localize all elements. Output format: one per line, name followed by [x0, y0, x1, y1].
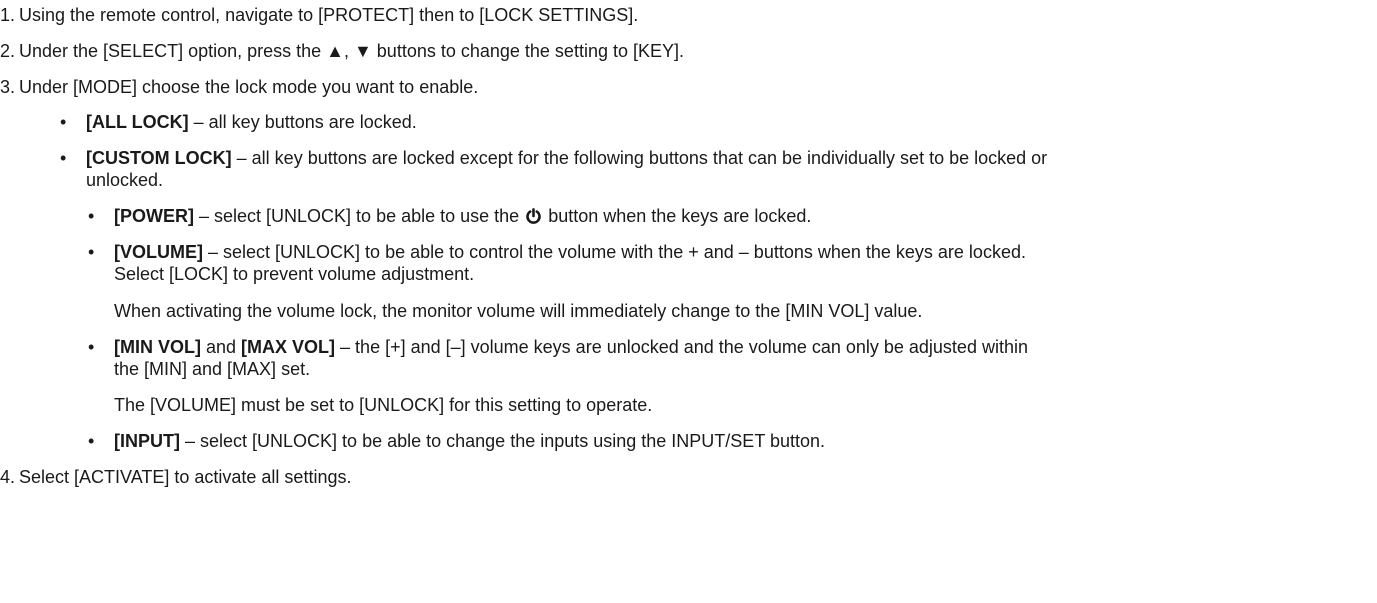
bullet: •: [88, 431, 95, 451]
bullet: •: [88, 206, 95, 226]
custom-item-text: [INPUT] – select [UNLOCK] to be able to …: [114, 430, 825, 452]
custom-item-label: [VOLUME]: [114, 242, 203, 262]
mode-description: – all key buttons are locked.: [188, 112, 417, 132]
bullet: •: [88, 337, 95, 357]
custom-item-description-continued: Select [LOCK] to prevent volume adjustme…: [114, 264, 475, 284]
step-text: Under [MODE] choose the lock mode you wa…: [19, 77, 479, 97]
step-text: Using the remote control, navigate to [P…: [19, 5, 639, 25]
custom-item-label: [INPUT]: [114, 431, 180, 451]
step-number: 3.: [0, 77, 16, 97]
custom-item-description: – select [UNLOCK] to be able to control …: [203, 242, 1026, 262]
bullet: •: [60, 112, 67, 132]
mode-label: [ALL LOCK]: [86, 112, 189, 132]
custom-item-label-max: [MAX VOL]: [241, 337, 336, 357]
step-number: 2.: [0, 41, 16, 61]
mode-item-text: [ALL LOCK] – all key buttons are locked.: [86, 111, 417, 133]
custom-item-description-continued: the [MIN] and [MAX] set.: [114, 359, 311, 379]
custom-item-description: – select [UNLOCK] to be able to use the: [194, 206, 525, 226]
custom-item-description: – the [+] and [–] volume keys are unlock…: [335, 337, 1028, 357]
custom-item-text: [POWER] – select [UNLOCK] to be able to …: [114, 205, 811, 227]
mode-description-continued: unlocked.: [86, 170, 164, 190]
custom-item-description-end: button when the keys are locked.: [543, 206, 812, 226]
step-text: Under the [SELECT] option, press the ▲, …: [19, 41, 684, 61]
conjunction: and: [201, 337, 242, 357]
custom-item-label-min: [MIN VOL]: [114, 337, 201, 357]
step-number: 4.: [0, 467, 16, 487]
custom-item-text: [VOLUME] – select [UNLOCK] to be able to…: [114, 241, 1026, 263]
bullet: •: [88, 242, 95, 262]
power-icon: [526, 207, 541, 224]
step-text: Select [ACTIVATE] to activate all settin…: [19, 467, 352, 487]
minmax-note: The [VOLUME] must be set to [UNLOCK] for…: [114, 395, 653, 415]
custom-item-text: [MIN VOL] and [MAX VOL] – the [+] and [–…: [114, 336, 1028, 358]
mode-item-text: [CUSTOM LOCK] – all key buttons are lock…: [86, 147, 1047, 169]
mode-label: [CUSTOM LOCK]: [86, 148, 232, 168]
mode-description: – all key buttons are locked except for …: [231, 148, 1048, 168]
custom-item-label: [POWER]: [114, 206, 194, 226]
custom-item-description: – select [UNLOCK] to be able to change t…: [180, 431, 826, 451]
bullet: •: [60, 148, 67, 168]
step-number: 1.: [0, 5, 16, 25]
volume-note: When activating the volume lock, the mon…: [114, 301, 923, 321]
